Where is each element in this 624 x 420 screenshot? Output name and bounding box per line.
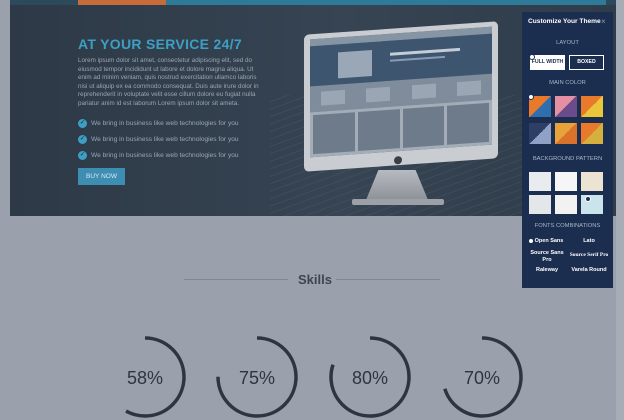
color-swatch[interactable]	[581, 123, 603, 144]
skill-value: 58%	[126, 368, 164, 388]
selected-indicator	[528, 238, 534, 244]
full-width-button[interactable]: FULL WIDTH	[530, 55, 565, 70]
feature-text: We bring in business like web technologi…	[91, 119, 239, 127]
customizer-panel: Customize Your Theme × LAYOUT FULL WIDTH…	[522, 12, 613, 288]
layout-label: LAYOUT	[556, 40, 579, 46]
font-option-source-sans-pro[interactable]: Source Sans Pro	[528, 250, 566, 263]
pattern-swatch[interactable]	[581, 172, 603, 191]
close-icon[interactable]: ×	[601, 17, 606, 26]
monitor-screen	[310, 26, 492, 158]
check-circle-icon: ✓	[78, 134, 87, 144]
skill-ring: 80%	[328, 335, 412, 419]
divider	[336, 279, 440, 280]
pattern-swatch[interactable]	[555, 195, 577, 214]
color-swatch[interactable]	[581, 96, 603, 117]
font-option-source-serif-pro[interactable]: Source Serif Pro	[566, 252, 612, 259]
skill-ring: 70%	[440, 335, 524, 419]
list-item: ✓ We bring in business like web technolo…	[78, 131, 239, 147]
color-swatch[interactable]	[555, 96, 577, 117]
font-option-lato[interactable]: Lato	[570, 238, 608, 245]
font-option-varela-round[interactable]: Varela Round	[566, 267, 612, 274]
main-color-label: MAIN COLOR	[549, 80, 586, 86]
background-pattern-label: BACKGROUND PATTERN	[532, 156, 603, 162]
skill-value: 70%	[463, 368, 501, 388]
boxed-button[interactable]: BOXED	[569, 55, 604, 70]
feature-list: ✓ We bring in business like web technolo…	[78, 115, 239, 163]
list-item: ✓ We bring in business like web technolo…	[78, 147, 239, 163]
skill-ring: 58%	[103, 335, 187, 419]
feature-text: We bring in business like web technologi…	[91, 135, 239, 143]
customizer-title: Customize Your Theme	[528, 18, 601, 25]
pattern-swatch[interactable]	[555, 172, 577, 191]
font-option-raleway[interactable]: Raleway	[528, 267, 566, 274]
skill-ring: 75%	[215, 335, 299, 419]
monitor-base	[352, 199, 444, 205]
color-swatch[interactable]	[555, 123, 577, 144]
selected-indicator	[585, 196, 591, 202]
hero-title: AT YOUR SERVICE 24/7	[78, 36, 242, 52]
skill-value: 80%	[351, 368, 389, 388]
customizer-header: Customize Your Theme ×	[522, 12, 613, 32]
list-item: ✓ We bring in business like web technolo…	[78, 115, 239, 131]
selected-indicator	[528, 94, 534, 100]
hero-paragraph: Lorem ipsum dolor sit amet, consectetur …	[78, 57, 259, 107]
feature-text: We bring in business like web technologi…	[91, 151, 239, 159]
pattern-swatch[interactable]	[529, 172, 551, 191]
font-option-open-sans[interactable]: Open Sans	[530, 238, 568, 245]
scrollbar[interactable]	[616, 0, 624, 420]
check-circle-icon: ✓	[78, 150, 87, 160]
divider	[184, 279, 288, 280]
fonts-label: FONTS COMBINATIONS	[534, 223, 601, 229]
selected-indicator	[529, 54, 535, 60]
apple-logo-icon	[394, 155, 402, 165]
buy-now-button[interactable]: BUY NOW	[78, 168, 125, 185]
pattern-swatch[interactable]	[529, 195, 551, 214]
monitor-image	[304, 21, 498, 172]
skill-value: 75%	[238, 368, 276, 388]
skills-title: Skills	[298, 272, 332, 287]
check-circle-icon: ✓	[78, 118, 87, 128]
color-swatch[interactable]	[529, 123, 551, 144]
